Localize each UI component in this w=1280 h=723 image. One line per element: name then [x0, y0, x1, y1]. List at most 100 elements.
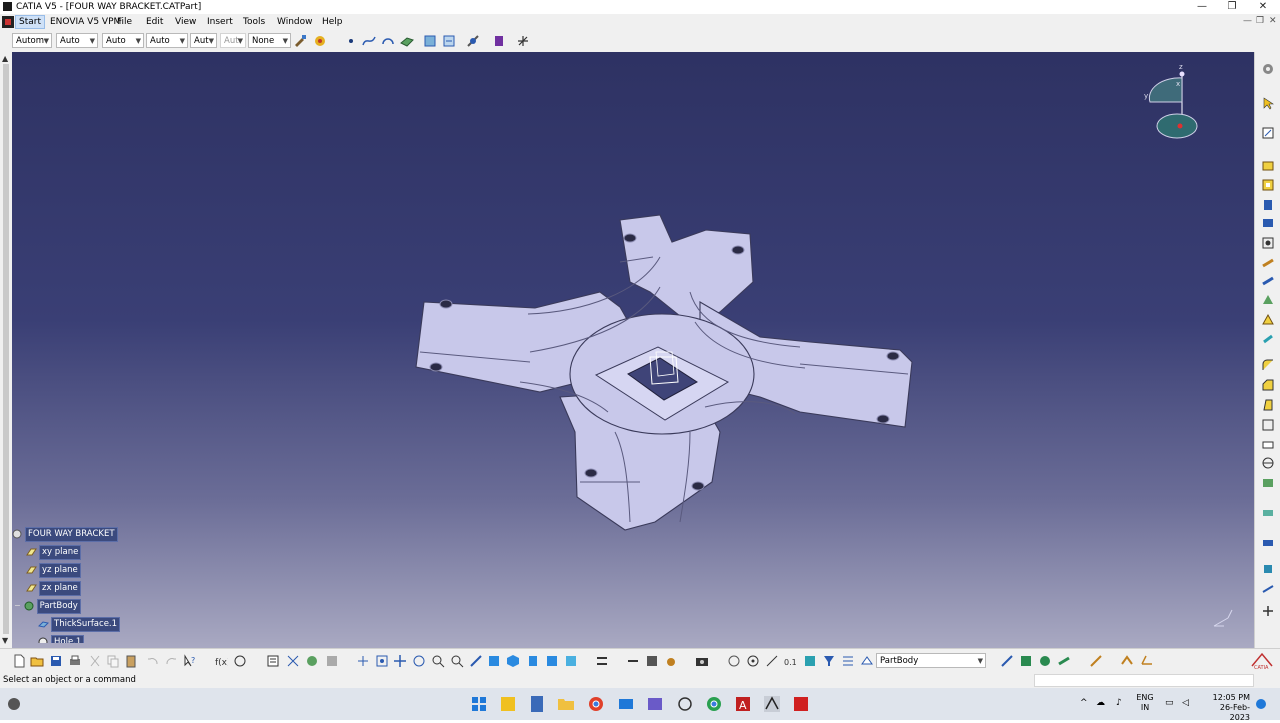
- scroll-down-icon[interactable]: ▼: [2, 636, 8, 645]
- remove-face-icon[interactable]: [1261, 476, 1275, 490]
- shading-icon[interactable]: [526, 654, 540, 668]
- calculator-icon[interactable]: [528, 695, 546, 713]
- graphic-properties-icon[interactable]: [313, 34, 327, 48]
- zoom-out-icon[interactable]: [450, 654, 464, 668]
- print-icon[interactable]: [68, 654, 82, 668]
- gear-icon[interactable]: [1261, 62, 1275, 76]
- doc-close-button[interactable]: ✕: [1269, 16, 1277, 26]
- restore-button[interactable]: ❐: [1222, 1, 1242, 13]
- shaft-icon[interactable]: [1261, 198, 1275, 212]
- tree-item-yz-plane[interactable]: yz plane: [26, 563, 81, 578]
- measure-inertia-icon[interactable]: [803, 654, 817, 668]
- tree-item-zx-plane[interactable]: zx plane: [26, 581, 81, 596]
- cloud-icon[interactable]: ☁: [1096, 698, 1105, 708]
- catia-taskbar-icon[interactable]: [763, 695, 781, 713]
- body-combo[interactable]: PartBody ▼: [876, 653, 986, 668]
- scroll-up-icon[interactable]: ▲: [2, 54, 8, 63]
- remove-loft-icon[interactable]: [1261, 332, 1275, 346]
- language-indicator[interactable]: ENG IN: [1135, 693, 1155, 713]
- body-tool-icon[interactable]: [860, 654, 874, 668]
- isometric-view-icon[interactable]: [506, 654, 520, 668]
- translate-icon[interactable]: [1261, 604, 1275, 618]
- tree-item-hole[interactable]: Hole.1: [38, 635, 85, 643]
- menu-edit[interactable]: Edit: [143, 16, 166, 28]
- notification-icon[interactable]: [1255, 698, 1267, 710]
- select-arrow-icon[interactable]: [1261, 96, 1275, 110]
- insert-body-icon[interactable]: [1019, 654, 1033, 668]
- power-input-field[interactable]: [1034, 674, 1254, 687]
- autocad-icon[interactable]: A: [734, 695, 752, 713]
- define-body-icon[interactable]: [1000, 654, 1014, 668]
- chrome-icon[interactable]: [587, 695, 605, 713]
- union-trim-icon[interactable]: [1057, 654, 1071, 668]
- fillet-icon[interactable]: [1261, 358, 1275, 372]
- catalog-icon[interactable]: [266, 654, 280, 668]
- apply-material-icon[interactable]: [325, 654, 339, 668]
- part-design-icon[interactable]: [305, 654, 319, 668]
- spline-icon[interactable]: [362, 34, 376, 48]
- windows-start-icon[interactable]: [470, 695, 488, 713]
- menu-start[interactable]: Start: [15, 15, 45, 29]
- normal-view-icon[interactable]: [469, 654, 483, 668]
- menu-help[interactable]: Help: [319, 16, 346, 28]
- four-way-bracket-model[interactable]: [0, 52, 1254, 648]
- sticky-notes-icon[interactable]: [499, 695, 517, 713]
- teams-icon[interactable]: [646, 695, 664, 713]
- loft-icon[interactable]: [1261, 312, 1275, 326]
- tree-item-thicksurface[interactable]: ThickSurface.1: [38, 617, 121, 632]
- linetype-combo[interactable]: Auto ▼: [146, 33, 188, 48]
- measure-icon[interactable]: [466, 34, 480, 48]
- grid-icon[interactable]: [286, 654, 300, 668]
- surface-icon[interactable]: [400, 34, 414, 48]
- axis-icon[interactable]: [516, 34, 530, 48]
- rib-icon[interactable]: [1261, 256, 1275, 270]
- snap-icon[interactable]: [746, 654, 760, 668]
- layer-combo[interactable]: None ▼: [248, 33, 291, 48]
- close-button[interactable]: ✕: [1253, 1, 1273, 13]
- chrome-profile-icon[interactable]: [705, 695, 723, 713]
- split-icon[interactable]: [1261, 506, 1275, 520]
- pad-icon[interactable]: [1261, 158, 1275, 172]
- new-file-icon[interactable]: [12, 654, 26, 668]
- shell-icon[interactable]: [1261, 418, 1275, 432]
- volume-icon[interactable]: ◁: [1182, 698, 1189, 708]
- draft-icon[interactable]: [1261, 398, 1275, 412]
- point-symbol-combo[interactable]: Aut ▼: [190, 33, 217, 48]
- stiffener-icon[interactable]: [1261, 292, 1275, 306]
- menu-file[interactable]: File: [114, 16, 135, 28]
- mail-icon[interactable]: [617, 695, 635, 713]
- acrobat-icon[interactable]: [792, 695, 810, 713]
- menu-window[interactable]: Window: [274, 16, 316, 28]
- tree-item-xy-plane[interactable]: xy plane: [26, 545, 82, 560]
- measure-between-icon[interactable]: [765, 654, 779, 668]
- compass-icon[interactable]: z y x: [1140, 62, 1210, 142]
- tree-item-partbody[interactable]: − PartBody: [14, 599, 81, 614]
- thick-surface-tool-icon[interactable]: [1261, 536, 1275, 550]
- formula-icon[interactable]: f(x): [214, 654, 228, 668]
- rotate-icon[interactable]: [412, 654, 426, 668]
- slot-icon[interactable]: [1261, 274, 1275, 288]
- camera-icon[interactable]: [695, 654, 709, 668]
- minimize-button[interactable]: —: [1192, 1, 1212, 13]
- sketcher-grid-icon[interactable]: [727, 654, 741, 668]
- knowledge-icon[interactable]: [233, 654, 247, 668]
- menu-tools[interactable]: Tools: [240, 16, 268, 28]
- axis-system-icon[interactable]: [1140, 654, 1154, 668]
- reference-icon[interactable]: [1120, 654, 1134, 668]
- pan-icon[interactable]: [393, 654, 407, 668]
- thread-icon[interactable]: [1261, 456, 1275, 470]
- measure-item-icon[interactable]: 0.1: [784, 654, 798, 668]
- transparency-combo[interactable]: Auto ▼: [56, 33, 98, 48]
- catia-logo-icon[interactable]: [2, 16, 14, 28]
- sketch-tool-icon[interactable]: [1089, 654, 1103, 668]
- tree-root[interactable]: FOUR WAY BRACKET: [12, 527, 118, 542]
- file-explorer-icon[interactable]: [557, 695, 575, 713]
- groove-icon[interactable]: [1261, 216, 1275, 230]
- filter-icon[interactable]: [822, 654, 836, 668]
- fit-all-icon[interactable]: [375, 654, 389, 668]
- scrollbar-thumb[interactable]: [3, 64, 9, 634]
- pocket-icon[interactable]: [1261, 178, 1275, 192]
- microphone-icon[interactable]: ♪: [1116, 698, 1122, 708]
- extract-icon[interactable]: [442, 34, 456, 48]
- widgets-icon[interactable]: [5, 695, 23, 713]
